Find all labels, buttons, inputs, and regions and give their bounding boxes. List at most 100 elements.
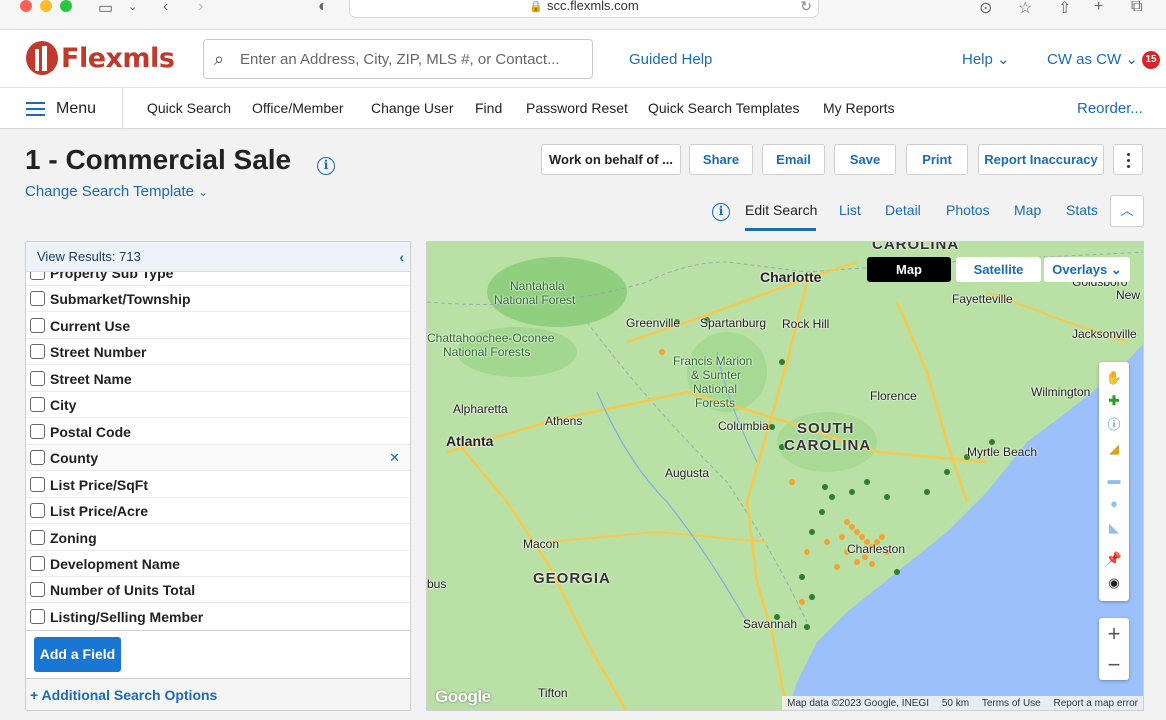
notification-badge[interactable]: 15 [1142, 51, 1160, 69]
star-icon[interactable]: ☆ [1018, 0, 1032, 18]
nav-item-quick-search-templates[interactable]: Quick Search Templates [648, 100, 799, 116]
global-search[interactable]: ⌕ [203, 39, 593, 79]
tab-detail[interactable]: Detail [885, 202, 921, 218]
collapse-panel-icon[interactable]: ‹ [399, 242, 404, 272]
nav-item-find[interactable]: Find [475, 100, 502, 116]
map-label: Jacksonville [1072, 327, 1137, 341]
tab-stats[interactable]: Stats [1066, 202, 1098, 218]
share-button[interactable]: Share [689, 144, 753, 175]
change-search-template-link[interactable]: Change Search Template ⌄ [25, 183, 208, 200]
map-type-map-button[interactable]: Map [867, 257, 951, 282]
add-field-button[interactable]: Add a Field [34, 637, 121, 672]
sidebar-toggle-icon[interactable]: ▭ [98, 0, 113, 18]
map-canvas[interactable] [427, 242, 1144, 711]
listing-marker [924, 489, 930, 495]
tab-edit-search[interactable]: Edit Search [745, 202, 817, 218]
field-list[interactable]: Property Sub Type Submarket/Township Cur… [26, 272, 410, 629]
reorder-link[interactable]: Reorder... [1077, 100, 1143, 117]
forward-icon[interactable]: › [198, 0, 203, 16]
info-icon[interactable]: i [712, 203, 730, 221]
remove-field-icon[interactable]: ✕ [389, 450, 400, 466]
print-button[interactable]: Print [906, 144, 968, 175]
field-checkbox[interactable] [30, 477, 45, 492]
guided-help-link[interactable]: Guided Help [629, 51, 712, 68]
menu-button[interactable]: Menu [26, 99, 96, 119]
circle-draw-icon[interactable]: ● [1099, 492, 1129, 516]
info-icon[interactable]: i [317, 157, 335, 175]
rectangle-draw-icon[interactable]: ▬ [1099, 468, 1129, 492]
field-checkbox[interactable] [30, 582, 45, 597]
field-checkbox[interactable] [30, 530, 45, 545]
overlays-button[interactable]: Overlays ⌄ [1044, 257, 1130, 282]
help-menu[interactable]: Help ⌄ [962, 50, 1010, 68]
tab-map[interactable]: Map [1014, 202, 1041, 218]
map-type-satellite-button[interactable]: Satellite [956, 257, 1041, 282]
add-field-area: Add a Field [26, 630, 410, 678]
additional-search-options-toggle[interactable]: + Additional Search Options [26, 678, 410, 710]
map-scale[interactable]: 50 km [937, 698, 974, 709]
close-window-button[interactable] [20, 0, 32, 12]
map-label: Tifton [538, 686, 568, 700]
nav-item-my-reports[interactable]: My Reports [823, 100, 895, 116]
reload-icon[interactable]: ↻ [800, 0, 812, 17]
listing-marker [819, 509, 825, 515]
map-label: National Forests [443, 345, 531, 359]
nav-item-change-user[interactable]: Change User [371, 100, 454, 116]
more-options-button[interactable] [1113, 144, 1143, 175]
view-results-bar[interactable]: View Results: 713 ‹ [26, 242, 410, 272]
address-bar[interactable]: 🔒 scc.flexmls.com ↻ [349, 0, 819, 18]
field-checkbox[interactable] [30, 397, 45, 412]
collapse-header-button[interactable]: ︿ [1110, 195, 1144, 227]
tab-list[interactable]: List [839, 202, 861, 218]
minimize-window-button[interactable] [40, 0, 52, 12]
terms-of-use-link[interactable]: Terms of Use [977, 698, 1046, 709]
field-checkbox[interactable] [30, 424, 45, 439]
zoom-out-button[interactable]: − [1099, 649, 1129, 680]
share-icon[interactable]: ⇧ [1058, 0, 1071, 18]
chevron-down-icon: ⌄ [1125, 51, 1138, 68]
chevron-down-icon[interactable]: ⌄ [128, 0, 137, 13]
field-row: Development Name [26, 551, 410, 577]
zoom-in-button[interactable]: + [1099, 618, 1129, 649]
listing-marker [822, 484, 828, 490]
new-tab-icon[interactable]: + [1094, 0, 1103, 16]
field-checkbox[interactable] [30, 503, 45, 518]
shield-icon[interactable]: ◐ [318, 0, 328, 16]
polygon-draw-icon[interactable]: ◣ [1099, 516, 1129, 540]
field-checkbox[interactable] [30, 450, 45, 465]
map-view[interactable]: CAROLINA Charlotte Nantahala National Fo… [426, 241, 1144, 711]
nav-item-quick-search[interactable]: Quick Search [147, 100, 231, 116]
nav-item-password-reset[interactable]: Password Reset [526, 100, 628, 116]
email-button[interactable]: Email [762, 144, 825, 175]
info-icon[interactable]: ⓘ [1099, 413, 1129, 437]
download-icon[interactable]: ⊙ [979, 0, 992, 18]
field-checkbox[interactable] [30, 272, 45, 280]
field-checkbox[interactable] [30, 291, 45, 306]
overlays-label: Overlays [1052, 262, 1108, 277]
search-input[interactable] [240, 48, 580, 70]
field-checkbox[interactable] [30, 609, 45, 624]
field-label: City [50, 397, 77, 413]
tabs-overview-icon[interactable]: ⧉ [1131, 0, 1142, 16]
report-map-error-link[interactable]: Report a map error [1049, 698, 1143, 709]
user-menu[interactable]: CW as CW ⌄ [1047, 50, 1138, 68]
field-checkbox[interactable] [30, 344, 45, 359]
listing-marker [789, 479, 795, 485]
pin-icon[interactable]: 📌 [1099, 547, 1129, 571]
field-checkbox[interactable] [30, 556, 45, 571]
ruler-icon[interactable]: ◢ [1099, 437, 1129, 461]
window-controls [20, 0, 72, 12]
work-on-behalf-button[interactable]: Work on behalf of ... [541, 144, 681, 175]
field-checkbox[interactable] [30, 371, 45, 386]
field-checkbox[interactable] [30, 318, 45, 333]
nav-item-office-member[interactable]: Office/Member [252, 100, 344, 116]
color-wheel-icon[interactable]: ◉ [1099, 571, 1129, 595]
save-button[interactable]: Save [834, 144, 896, 175]
maximize-window-button[interactable] [60, 0, 72, 12]
add-point-icon[interactable]: ✚ [1099, 389, 1129, 413]
flexmls-logo[interactable]: Flexmls [26, 41, 175, 75]
report-inaccuracy-button[interactable]: Report Inaccuracy [978, 144, 1104, 175]
pan-hand-icon[interactable]: ✋ [1099, 366, 1129, 390]
back-icon[interactable]: ‹ [163, 0, 168, 16]
tab-photos[interactable]: Photos [946, 202, 990, 218]
